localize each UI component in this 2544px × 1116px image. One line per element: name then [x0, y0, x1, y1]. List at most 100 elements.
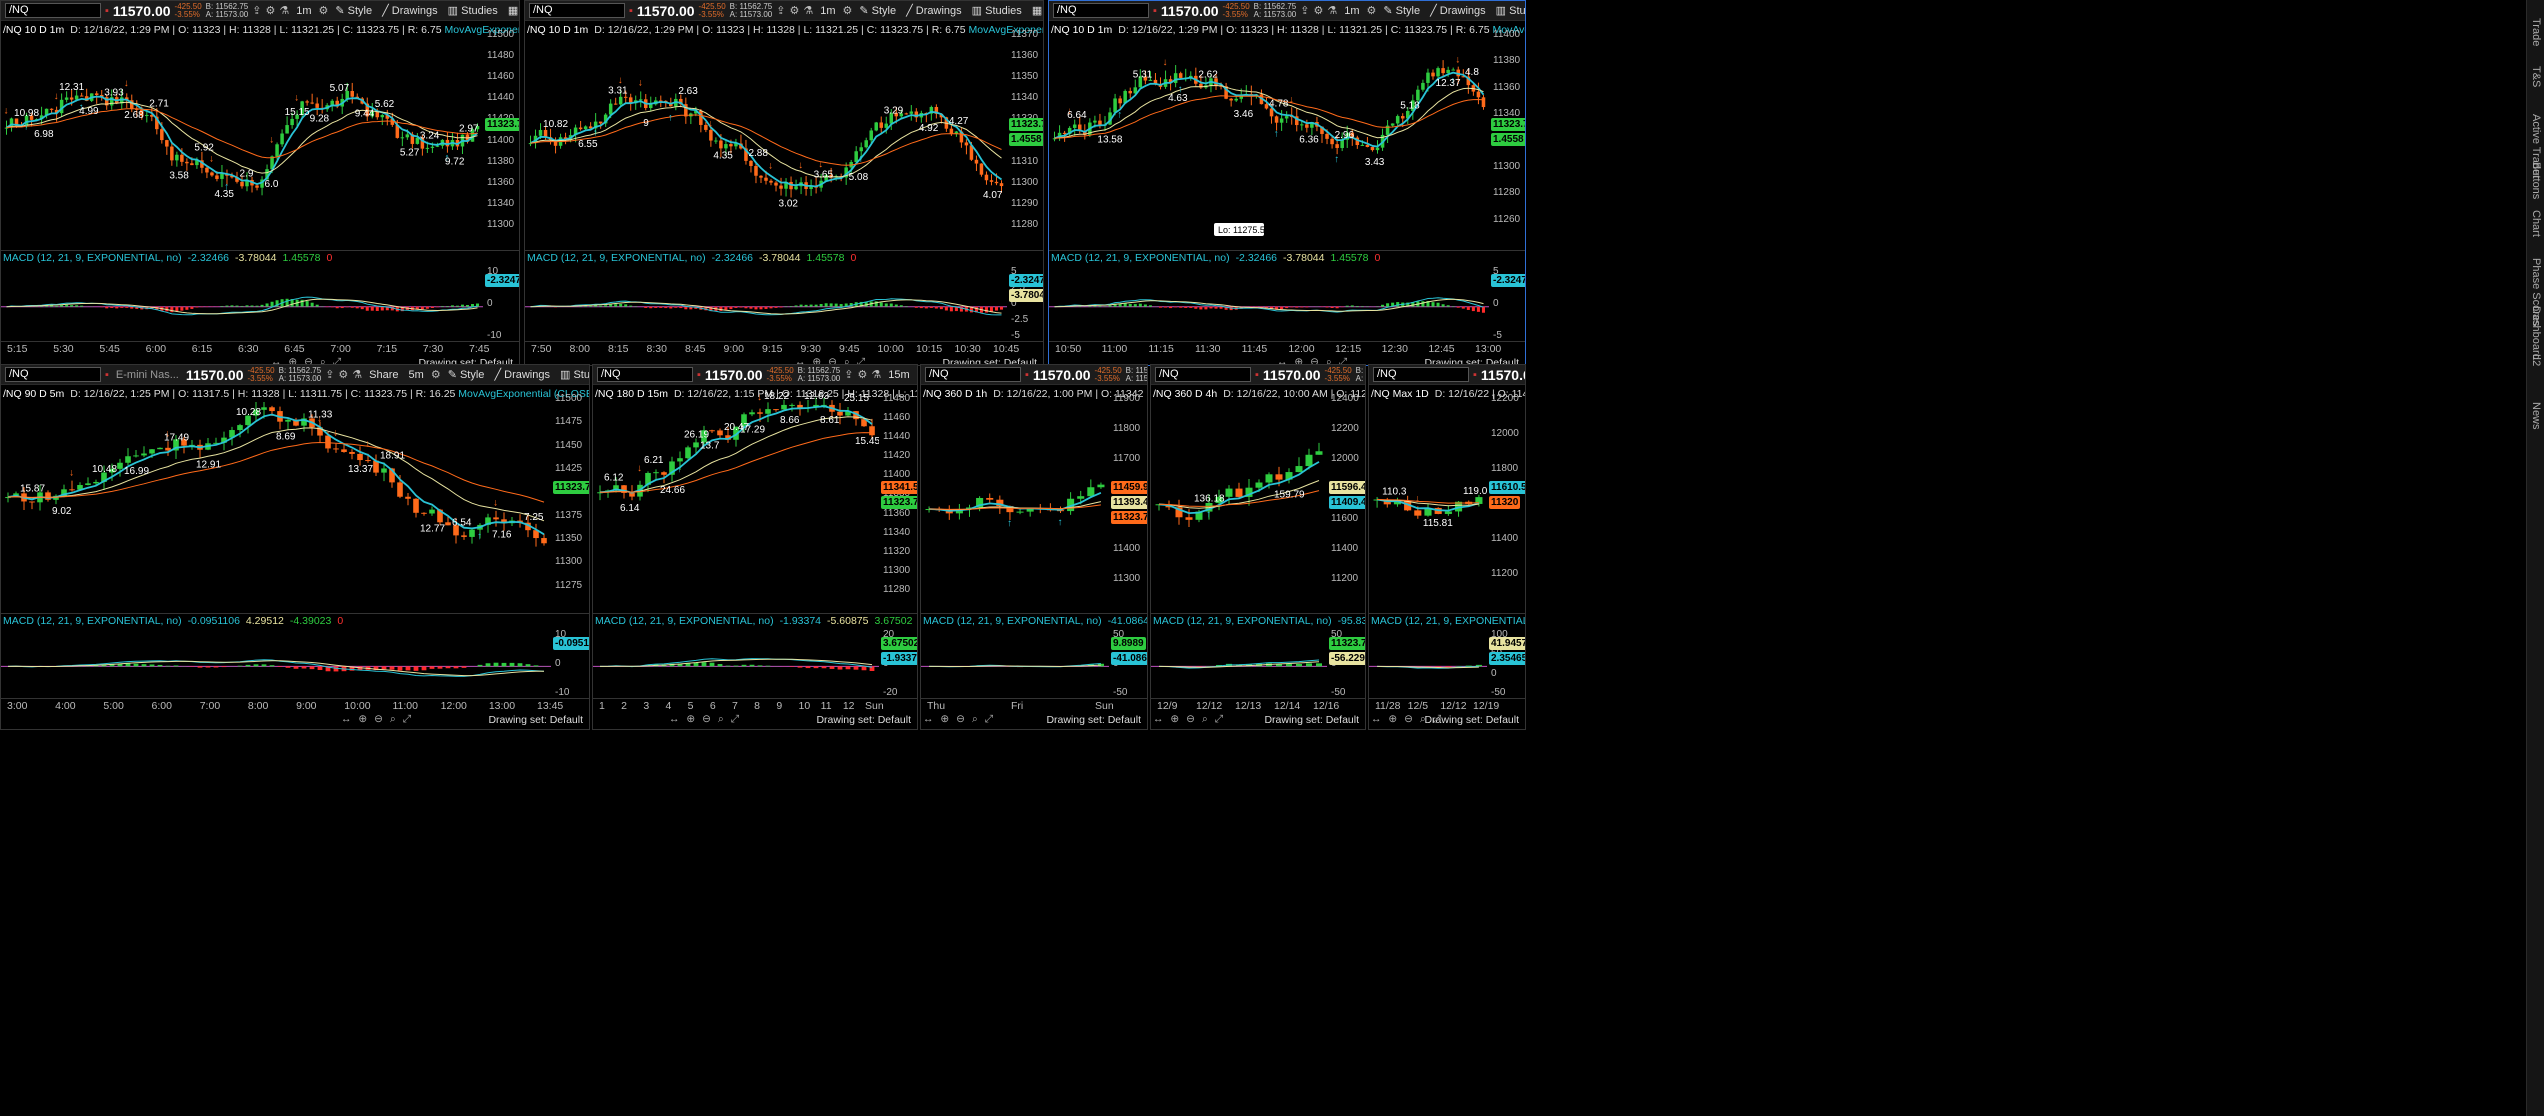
symbol-input[interactable]: /NQ — [1155, 367, 1251, 382]
drawing-set-label[interactable]: Drawing set: Default — [816, 714, 911, 726]
pane-divider[interactable] — [593, 613, 917, 614]
drawing-set-label[interactable]: Drawing set: Default — [488, 714, 583, 726]
zoom-controls[interactable]: ↔ ⊕ ⊖ ⌕ ⤢ — [923, 713, 995, 726]
settings-gear-icon[interactable]: ⚙ — [789, 4, 799, 17]
chart-panel-p8[interactable]: /NQ▪11570.00-425.50-3.55%B: 11562.75A: 1… — [1368, 364, 1526, 730]
patterns-menu[interactable]: ▦ Patterns — [505, 4, 519, 17]
macd-pane[interactable] — [525, 266, 1007, 340]
side-tab[interactable]: Buttons — [2530, 162, 2542, 199]
price-chart[interactable]: ↑↓↓ ↑↑↓↓ ↓↓↑10.826.553.3192.634.35 2.883.02… — [525, 23, 1007, 248]
studies-menu[interactable]: ▥ Studies — [445, 4, 501, 17]
side-tab[interactable]: T&S — [2530, 66, 2542, 87]
flask-icon[interactable]: ⚗ — [1327, 4, 1337, 17]
price-chart[interactable]: ↑ 136.18 159.79 — [1151, 387, 1327, 611]
share-icon[interactable]: ⇪ — [844, 368, 853, 381]
price-chart[interactable]: ↓ 110.3 115.81 119.01 — [1369, 387, 1487, 611]
side-tab[interactable]: Dashboard — [2530, 306, 2542, 360]
symbol-input[interactable]: /NQ — [1373, 367, 1469, 382]
style-menu[interactable]: ✎ Style — [332, 4, 375, 17]
zoom-controls[interactable]: ↔ ⊕ ⊖ ⌕ ⤢ — [1153, 713, 1225, 726]
drawings-menu[interactable]: ╱ Drawings — [379, 4, 441, 17]
side-tab[interactable]: L2 — [2530, 354, 2542, 366]
timeframe-button[interactable]: 15m — [885, 369, 912, 381]
price-chart[interactable]: ↑↓↓↓↓↑↑↓↑↓10.986.9812.314.993.932.682.71… — [1, 23, 483, 248]
flask-icon[interactable]: ⚗ — [352, 368, 362, 381]
macd-pane[interactable] — [1369, 629, 1487, 697]
macd-pane[interactable] — [1151, 629, 1327, 697]
link-icon[interactable]: ▪ — [105, 369, 109, 381]
studies-menu[interactable]: ▥ Studies — [969, 4, 1025, 17]
chart-panel-p7[interactable]: /NQ ▪11570.00-425.50-3.55%B: 11562.75A: 1… — [1150, 364, 1366, 730]
drawing-set-label[interactable]: Drawing set: Default — [1046, 714, 1141, 726]
pane-divider[interactable] — [921, 613, 1147, 614]
settings-gear-icon[interactable]: ⚙ — [265, 4, 275, 17]
symbol-input[interactable]: /NQ — [529, 3, 625, 18]
share-icon[interactable]: ⇪ — [325, 368, 334, 381]
chart-panel-p6[interactable]: /NQ ▪11570.00-425.50-3.55%B: 11562.75A: 1… — [920, 364, 1148, 730]
settings-gear-icon[interactable]: ⚙ — [1313, 4, 1323, 17]
style-menu[interactable]: ✎ Style — [1380, 4, 1423, 17]
macd-pane[interactable] — [921, 629, 1109, 697]
symbol-input[interactable]: /NQ — [1053, 3, 1149, 18]
chart-panel-p4[interactable]: /NQ ▪ E-mini Nas... 11570.00 -425.50 -3.55% B:… — [0, 364, 590, 730]
gear-icon[interactable]: ⚙ — [1366, 4, 1376, 17]
share-icon[interactable]: ⇪ — [776, 4, 785, 17]
drawing-set-label[interactable]: Drawing set: Default — [1264, 714, 1359, 726]
link-icon[interactable]: ▪ — [697, 369, 701, 381]
patterns-menu[interactable]: ▦ Patterns — [1029, 4, 1043, 17]
gear-icon[interactable]: ⚙ — [431, 368, 441, 381]
link-icon[interactable]: ▪ — [1473, 369, 1477, 381]
macd-pane[interactable] — [593, 629, 879, 697]
settings-gear-icon[interactable]: ⚙ — [338, 368, 348, 381]
flask-icon[interactable]: ⚗ — [803, 4, 813, 17]
studies-menu[interactable]: ▥ Studies — [1493, 4, 1525, 17]
price-chart[interactable]: ↑ ↑ — [921, 387, 1109, 611]
style-menu[interactable]: ✎ Style — [856, 4, 899, 17]
share-icon[interactable]: ⇪ — [252, 4, 261, 17]
zoom-controls[interactable]: ↔ ⊕ ⊖ ⌕ ⤢ — [669, 713, 741, 726]
side-tab[interactable]: Chart — [2530, 210, 2542, 237]
macd-pane[interactable] — [1049, 266, 1489, 340]
flask-icon[interactable]: ⚗ — [871, 368, 881, 381]
drawings-menu[interactable]: ╱ Drawings — [903, 4, 965, 17]
price-chart[interactable]: ↑↑↓↑↓ ↑↑↓↓6.6413.585.314.632.623.464.786.… — [1049, 23, 1489, 248]
link-icon[interactable]: ▪ — [1255, 369, 1259, 381]
macd-pane[interactable] — [1, 629, 551, 697]
side-tab[interactable]: Trade — [2530, 18, 2542, 46]
link-icon[interactable]: ▪ — [105, 5, 109, 17]
chart-panel-p1[interactable]: /NQ ▪ 11570.00 -425.50 -3.55% B: 11562.75 A: 1… — [0, 0, 520, 366]
studies-menu[interactable]: ▥ Studies — [557, 368, 589, 381]
gear-icon[interactable]: ⚙ — [842, 4, 852, 17]
pane-divider[interactable] — [1, 613, 589, 614]
price-chart[interactable]: ↓↓↓↓↓↓↑15.879.0210.48 16.9917.4912.9110.2… — [1, 387, 551, 611]
link-icon[interactable]: ▪ — [1153, 5, 1157, 17]
symbol-input[interactable]: /NQ — [597, 367, 693, 382]
timeframe-button[interactable]: 1m — [1341, 5, 1362, 17]
share-button[interactable]: Share — [366, 369, 401, 381]
link-icon[interactable]: ▪ — [1025, 369, 1029, 381]
side-tab[interactable]: News — [2530, 402, 2542, 430]
symbol-input[interactable]: /NQ — [925, 367, 1021, 382]
share-icon[interactable]: ⇪ — [1300, 4, 1309, 17]
chart-panel-p3[interactable]: /NQ ▪ 11570.00 -425.50 -3.55% B: 11562.75 A: 1… — [1048, 0, 1526, 366]
pane-divider[interactable] — [1369, 613, 1525, 614]
symbol-input[interactable]: /NQ — [5, 367, 101, 382]
timeframe-button[interactable]: 5m — [406, 369, 427, 381]
drawings-menu[interactable]: ╱ Drawings — [491, 368, 553, 381]
drawing-set-label[interactable]: Drawing set: Default — [1424, 714, 1519, 726]
drawings-menu[interactable]: ╱ Drawings — [1427, 4, 1489, 17]
zoom-controls[interactable]: ↔ ⊕ ⊖ ⌕ ⤢ — [341, 713, 413, 726]
chart-panel-p5[interactable]: /NQ ▪ 11570.00 -425.50 -3.55% B: 11562.75 A: 1… — [592, 364, 918, 730]
style-menu[interactable]: ✎ Style — [445, 368, 488, 381]
price-chart[interactable]: ↓↑↓6.126.146.2124.6626.1913.720.4717.291… — [593, 387, 879, 611]
settings-gear-icon[interactable]: ⚙ — [857, 368, 867, 381]
pane-divider[interactable] — [1049, 250, 1525, 251]
pane-divider[interactable] — [525, 250, 1043, 251]
timeframe-button[interactable]: 1m — [817, 5, 838, 17]
link-icon[interactable]: ▪ — [629, 5, 633, 17]
chart-panel-p2[interactable]: /NQ ▪ 11570.00 -425.50 -3.55% B: 11562.75 A: 1… — [524, 0, 1044, 366]
macd-pane[interactable] — [1, 266, 483, 340]
flask-icon[interactable]: ⚗ — [279, 4, 289, 17]
gear-icon[interactable]: ⚙ — [318, 4, 328, 17]
pane-divider[interactable] — [1, 250, 519, 251]
